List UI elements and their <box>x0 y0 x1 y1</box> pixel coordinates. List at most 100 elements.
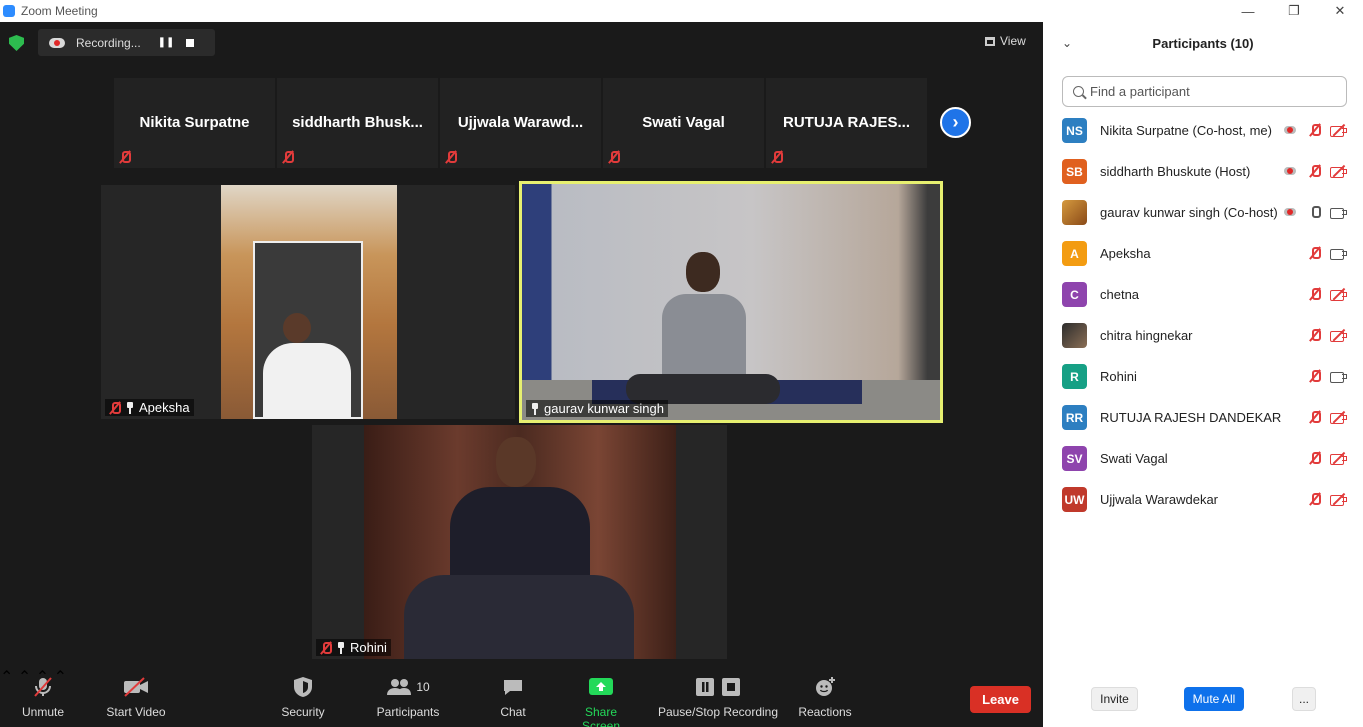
participant-name: RUTUJA RAJESH DANDEKAR <box>1100 410 1282 425</box>
tile-name-label: Rohini <box>316 639 391 656</box>
audio-options-chevron-icon[interactable]: ⌃ <box>0 669 13 686</box>
muted-mic-icon[interactable] <box>1307 164 1323 178</box>
participant-row[interactable]: R Rohini <box>1043 356 1363 397</box>
muted-mic-icon[interactable] <box>1307 410 1323 424</box>
muted-mic-icon[interactable] <box>1307 287 1323 301</box>
chat-button[interactable]: Chat <box>495 675 531 719</box>
zoom-logo-icon <box>3 5 15 17</box>
muted-mic-icon <box>445 150 457 164</box>
cloud-recording-icon <box>1283 123 1299 137</box>
participant-name: Nikita Surpatne (Co-host, me) <box>1100 123 1272 138</box>
participant-thumbnail[interactable]: Ujjwala Warawd... <box>440 78 601 168</box>
participant-thumbnail[interactable]: Nikita Surpatne <box>114 78 275 168</box>
view-label: View <box>1000 34 1026 48</box>
participant-row[interactable]: RR RUTUJA RAJESH DANDEKAR <box>1043 397 1363 438</box>
muted-mic-icon[interactable] <box>1307 328 1323 342</box>
participant-row[interactable]: A Apeksha <box>1043 233 1363 274</box>
microphone-icon[interactable] <box>1307 205 1323 219</box>
participant-row[interactable]: UW Ujjwala Warawdekar <box>1043 479 1363 520</box>
security-button[interactable]: Security <box>279 675 327 719</box>
participant-name: gaurav kunwar singh (Co-host) <box>1100 205 1278 220</box>
meeting-area: Recording... ❚❚ View Nikita Surpatne sid… <box>0 22 1043 727</box>
muted-mic-icon <box>119 150 131 164</box>
person-body <box>662 294 746 384</box>
participants-icon: 10 <box>374 675 442 699</box>
video-tile-apeksha[interactable]: Apeksha <box>101 185 515 419</box>
muted-mic-icon[interactable] <box>1307 123 1323 137</box>
video-off-icon[interactable] <box>1330 410 1348 424</box>
cloud-recording-icon <box>1283 164 1299 178</box>
tile-name-label: gaurav kunwar singh <box>526 400 668 417</box>
avatar: NS <box>1062 118 1087 143</box>
reactions-label: Reactions <box>798 705 852 719</box>
muted-mic-icon[interactable] <box>1307 451 1323 465</box>
pause-stop-recording-button[interactable]: Pause/Stop Recording <box>657 675 779 719</box>
avatar: UW <box>1062 487 1087 512</box>
muted-mic-icon[interactable] <box>1307 246 1323 260</box>
video-off-icon[interactable] <box>1330 164 1348 178</box>
tile-name: Rohini <box>350 640 387 655</box>
video-off-icon[interactable] <box>1330 287 1348 301</box>
tile-name: Apeksha <box>139 400 190 415</box>
avatar: RR <box>1062 405 1087 430</box>
video-camera-icon[interactable] <box>1330 369 1348 383</box>
muted-mic-icon[interactable] <box>1307 492 1323 506</box>
next-page-chevron-icon[interactable]: › <box>940 107 971 138</box>
reactions-button[interactable]: Reactions <box>797 675 853 719</box>
participant-thumbnail[interactable]: siddharth Bhusk... <box>277 78 438 168</box>
participant-row[interactable]: SB siddharth Bhuskute (Host) <box>1043 151 1363 192</box>
leave-button[interactable]: Leave <box>970 686 1031 713</box>
chat-bubble-icon <box>495 675 531 699</box>
participant-row[interactable]: chitra hingnekar <box>1043 315 1363 356</box>
title-bar: Zoom Meeting — ❐ ✕ <box>0 0 1363 22</box>
video-off-icon[interactable] <box>1330 328 1348 342</box>
thumbnail-name: Swati Vagal <box>642 114 725 131</box>
video-camera-icon[interactable] <box>1330 205 1348 219</box>
thumbnail-name: Ujjwala Warawd... <box>457 114 584 131</box>
muted-mic-icon <box>109 401 121 415</box>
thumbnail-name: Nikita Surpatne <box>139 114 250 131</box>
participants-button[interactable]: 10 Participants <box>374 675 442 719</box>
participant-row[interactable]: C chetna <box>1043 274 1363 315</box>
meeting-toolbar: Unmute ⌃ Start Video ⌃ Security 10 Parti… <box>0 667 1043 727</box>
participant-row[interactable]: gaurav kunwar singh (Co-host) <box>1043 192 1363 233</box>
close-button[interactable]: ✕ <box>1317 0 1363 22</box>
video-off-icon[interactable] <box>1330 451 1348 465</box>
pause-recording-button[interactable]: ❚❚ <box>154 33 178 53</box>
unmute-button[interactable]: Unmute <box>16 675 70 719</box>
video-off-icon[interactable] <box>1330 492 1348 506</box>
stop-recording-button[interactable] <box>178 33 202 53</box>
participant-name: Apeksha <box>1100 246 1151 261</box>
encryption-shield-icon[interactable] <box>9 35 24 51</box>
start-video-label: Start Video <box>106 705 166 719</box>
participants-panel: ⌄ Participants (10) NS Nikita Surpatne (… <box>1043 22 1363 727</box>
invite-button[interactable]: Invite <box>1091 687 1138 711</box>
view-grid-icon <box>985 36 995 46</box>
participant-row[interactable]: SV Swati Vagal <box>1043 438 1363 479</box>
mute-all-button[interactable]: Mute All <box>1184 687 1244 711</box>
video-tile-rohini[interactable]: Rohini <box>312 425 727 659</box>
avatar: SV <box>1062 446 1087 471</box>
muted-mic-icon[interactable] <box>1307 369 1323 383</box>
participant-list: NS Nikita Surpatne (Co-host, me) SB sidd… <box>1043 110 1363 520</box>
smiley-plus-icon <box>797 675 853 699</box>
video-feed <box>522 184 940 420</box>
participant-name: siddharth Bhuskute (Host) <box>1100 164 1251 179</box>
participant-thumbnail[interactable]: Swati Vagal <box>603 78 764 168</box>
participant-search-input[interactable] <box>1090 84 1330 99</box>
security-label: Security <box>281 705 325 719</box>
participant-row[interactable]: NS Nikita Surpatne (Co-host, me) <box>1043 110 1363 151</box>
recording-indicator: Recording... ❚❚ <box>38 29 215 56</box>
more-options-button[interactable]: ... <box>1292 687 1316 711</box>
view-button[interactable]: View <box>985 34 1026 48</box>
start-video-button[interactable]: Start Video <box>104 675 168 719</box>
share-screen-button[interactable]: Share Screen <box>565 675 637 727</box>
pin-icon <box>336 641 346 654</box>
minimize-button[interactable]: — <box>1225 0 1271 22</box>
participant-thumbnail[interactable]: RUTUJA RAJES... <box>766 78 927 168</box>
video-off-icon[interactable] <box>1330 123 1348 137</box>
participant-name: Swati Vagal <box>1100 451 1168 466</box>
restore-button[interactable]: ❐ <box>1271 0 1317 22</box>
video-tile-gaurav-active-speaker[interactable]: gaurav kunwar singh <box>519 181 943 423</box>
video-camera-icon[interactable] <box>1330 246 1348 260</box>
